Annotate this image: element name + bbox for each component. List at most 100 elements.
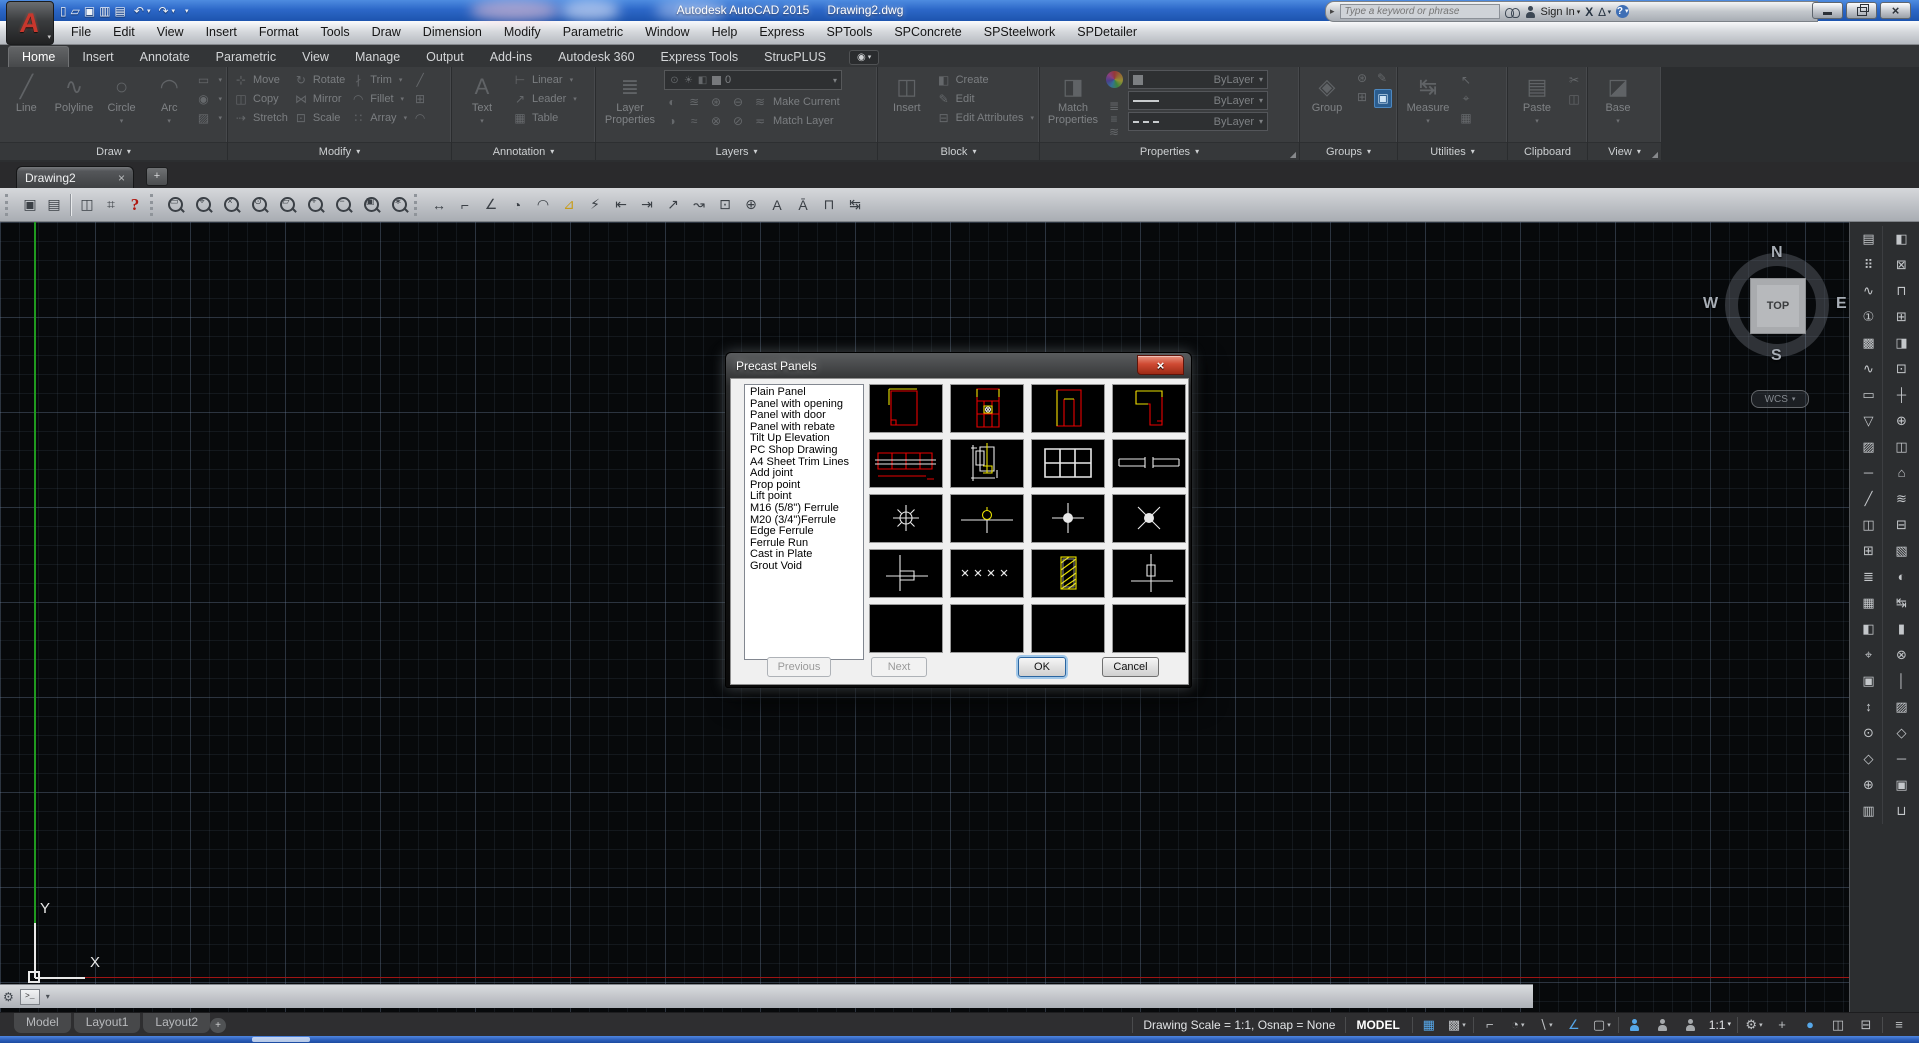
toolbar-icon[interactable]: ◫ (75, 193, 99, 217)
zoom-tool-icon[interactable]: ▱ (275, 193, 299, 217)
palette-icon[interactable]: ≣ (1855, 564, 1882, 590)
dimension-tool-icon[interactable]: ◠ (531, 193, 555, 217)
snap-mode-icon[interactable]: ▩ (1443, 1013, 1471, 1036)
palette-icon[interactable]: ▣ (1888, 772, 1915, 798)
minimize-button[interactable] (1812, 2, 1843, 19)
palette-icon[interactable]: ◧ (1888, 226, 1915, 252)
palette-icon[interactable]: ⊡ (1888, 356, 1915, 382)
zoom-tool-icon[interactable]: ⊙ (247, 193, 271, 217)
chevron-down-icon[interactable]: ▾ (46, 992, 50, 1001)
layer-tool-icon[interactable]: ⊘ (730, 114, 746, 128)
thumbnail-add-joint[interactable] (1112, 439, 1186, 488)
list-item[interactable]: M16 (5/8") Ferrule (750, 503, 863, 515)
palette-icon[interactable]: ▧ (1888, 538, 1915, 564)
cancel-button[interactable]: Cancel (1102, 657, 1159, 677)
palette-icon[interactable]: ⊞ (1888, 304, 1915, 330)
palette-icon[interactable]: │ (1888, 668, 1915, 694)
palette-icon[interactable]: ▥ (1855, 798, 1882, 824)
list-item[interactable]: Add joint (750, 468, 863, 480)
menu-item[interactable]: Modify (493, 21, 552, 44)
thumbnail-cast-in-plate[interactable] (1031, 549, 1105, 598)
toolbar-icon[interactable]: ▣ (18, 193, 42, 217)
tab-view[interactable]: View (289, 47, 342, 67)
zoom-tool-icon[interactable]: ⌖ (191, 193, 215, 217)
palette-icon[interactable]: ⊕ (1888, 408, 1915, 434)
restore-button[interactable] (1846, 2, 1877, 19)
menu-item[interactable]: Tools (309, 21, 360, 44)
dimension-tool-icon[interactable]: A (765, 193, 789, 217)
dimension-tool-icon[interactable]: ↝ (687, 193, 711, 217)
toolbar-icon[interactable]: ⌗ (99, 193, 123, 217)
layer-tool-icon[interactable]: ≈ (686, 114, 702, 128)
menu-item[interactable]: Express (748, 21, 815, 44)
selection-cycling-icon[interactable]: ▢ (1588, 1013, 1616, 1036)
zoom-tool-icon[interactable]: ▣ (359, 193, 383, 217)
tab-insert[interactable]: Insert (69, 47, 126, 67)
block-tool-button[interactable]: ◧Create (936, 70, 1034, 89)
palette-icon[interactable]: ◐ (1888, 564, 1915, 590)
menu-item[interactable]: SPConcrete (883, 21, 972, 44)
zoom-tool-icon[interactable]: ▭ (163, 193, 187, 217)
dimension-tool-icon[interactable]: ⊡ (713, 193, 737, 217)
palette-icon[interactable]: ▦ (1855, 590, 1882, 616)
layer-state-icon[interactable]: ◧ (697, 75, 708, 86)
thumbnail-panel-with-door[interactable] (1031, 384, 1105, 433)
palette-icon[interactable]: ◫ (1888, 434, 1915, 460)
dimension-tool-icon[interactable]: ⚡ (583, 193, 607, 217)
palette-icon[interactable]: ⊗ (1888, 642, 1915, 668)
utility-tool-icon[interactable]: ↖ (1458, 70, 1474, 89)
dimension-tool-icon[interactable]: ∠ (479, 193, 503, 217)
insert-block-button[interactable]: ◫Insert (883, 70, 931, 142)
menu-item[interactable]: SPSteelwork (973, 21, 1067, 44)
palette-icon[interactable]: ▽ (1855, 408, 1882, 434)
tab-home[interactable]: Home (8, 46, 69, 67)
annotation-scale-value[interactable]: 1:1 (1705, 1017, 1735, 1033)
layer-tool-icon[interactable]: ≋ (752, 95, 768, 109)
object-color-select[interactable]: ByLayer▾ (1128, 70, 1268, 89)
dimension-tool-icon[interactable]: ⇤ (609, 193, 633, 217)
palette-icon[interactable]: ◇ (1888, 720, 1915, 746)
palette-icon[interactable]: ┼ (1888, 382, 1915, 408)
dimension-tool-icon[interactable]: ↔ (427, 193, 451, 217)
menu-item[interactable]: SPTools (815, 21, 883, 44)
toolbar-grip[interactable] (150, 194, 158, 216)
tab-annotate[interactable]: Annotate (127, 47, 203, 67)
list-item[interactable]: Grout Void (750, 561, 863, 573)
panel-label-clipboard[interactable]: Clipboard (1508, 142, 1587, 160)
viewcube-north[interactable]: N (1771, 244, 1783, 262)
modify-tool-button[interactable]: ⇢Stretch (233, 108, 288, 127)
group-tool-icon[interactable]: ⊞ (1354, 89, 1370, 106)
modify-extra-icon[interactable]: ◠ (412, 108, 428, 127)
arc-button[interactable]: ◠Arc▾ (148, 70, 191, 142)
help-toolbar-icon[interactable]: ? (123, 193, 147, 217)
modify-tool-button[interactable]: ↻Rotate (293, 70, 345, 89)
tab-parametric[interactable]: Parametric (203, 47, 289, 67)
modify-tool-button[interactable]: ◫Copy (233, 89, 288, 108)
tab-strucplus[interactable]: StrucPLUS (751, 47, 839, 67)
layer-select[interactable]: ⊙☀◧ 0▾ (664, 70, 842, 90)
menu-item[interactable]: File (60, 21, 102, 44)
panel-label-annotation[interactable]: Annotation (452, 142, 595, 160)
palette-icon[interactable]: ⠿ (1855, 252, 1882, 278)
list-item[interactable]: PC Shop Drawing (750, 445, 863, 457)
dimension-tool-icon[interactable]: ⇥ (635, 193, 659, 217)
lineweight-select[interactable]: ByLayer▾ (1128, 91, 1268, 110)
palette-icon[interactable]: ▤ (1855, 226, 1882, 252)
match-layer-button[interactable]: Match Layer (773, 111, 834, 130)
customization-wrench-icon[interactable]: ⚙ (3, 990, 14, 1004)
draw-tool-icon[interactable]: ▨ (196, 108, 223, 127)
group-tool-icon[interactable]: ▣ (1374, 89, 1392, 108)
thumbnail-plain-panel[interactable] (869, 384, 943, 433)
search-icon[interactable] (1505, 7, 1520, 17)
dimension-tool-icon[interactable]: ↹ (843, 193, 867, 217)
group-button[interactable]: ◈Group (1305, 70, 1349, 142)
menu-item[interactable]: Format (248, 21, 310, 44)
wcs-menu[interactable]: WCS (1751, 390, 1809, 408)
clipboard-tool-icon[interactable]: ✂ (1566, 70, 1582, 89)
toolbar-grip[interactable] (414, 194, 422, 216)
make-current-button[interactable]: Make Current (773, 92, 840, 111)
ortho-mode-icon[interactable]: ⌐ (1476, 1013, 1504, 1036)
palette-icon[interactable]: ▮ (1888, 616, 1915, 642)
annotation-tool-button[interactable]: ↗Leader (512, 89, 577, 108)
palette-icon[interactable]: ◇ (1855, 746, 1882, 772)
